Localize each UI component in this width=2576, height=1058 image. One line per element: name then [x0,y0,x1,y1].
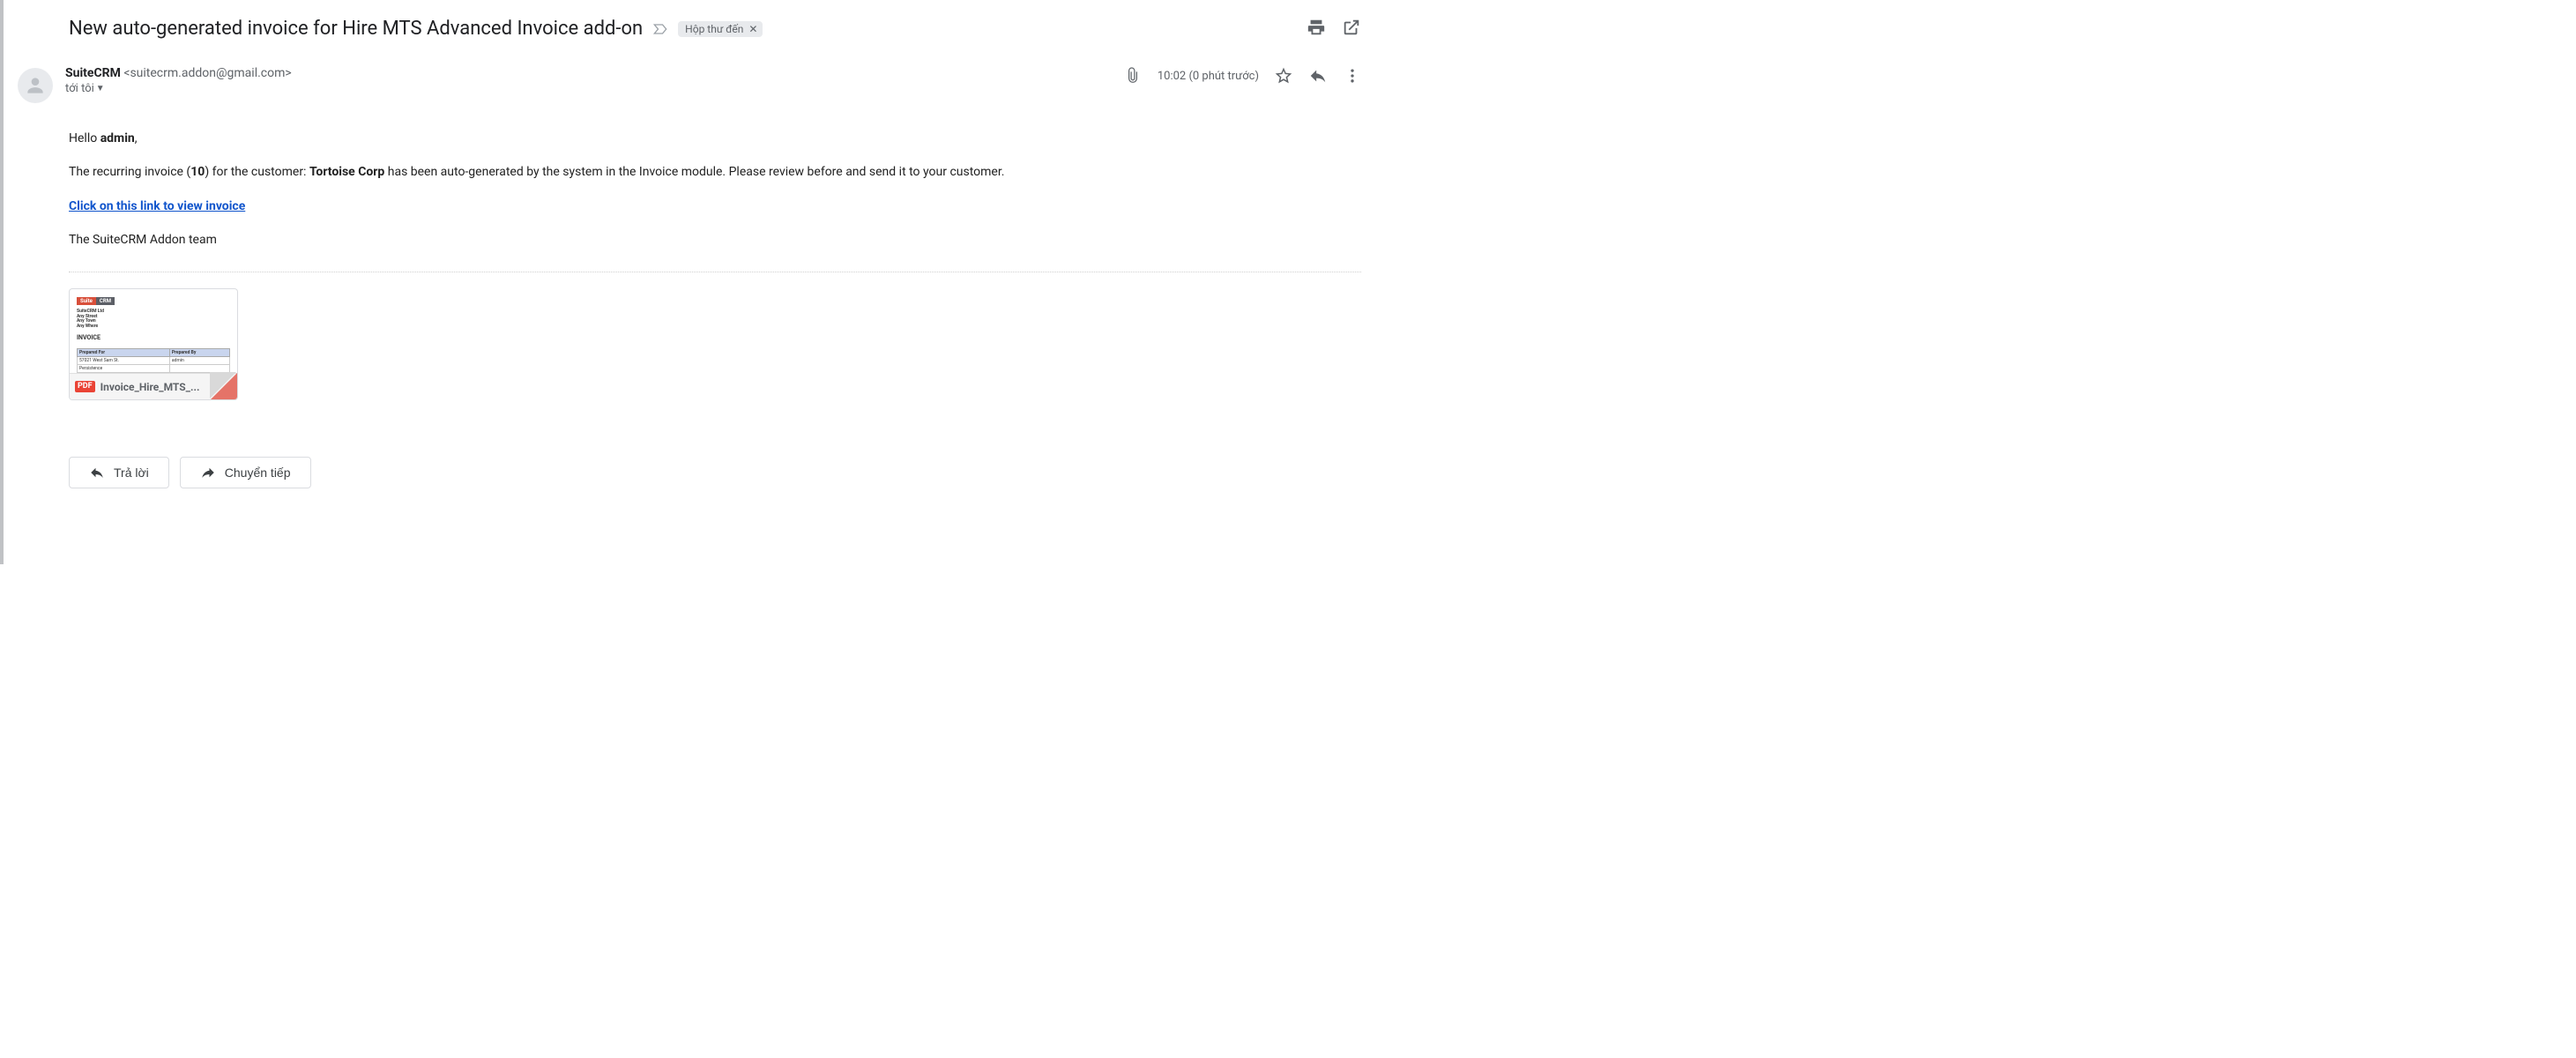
subject-row: New auto-generated invoice for Hire MTS … [69,18,1361,40]
sender-name: SuiteCRM [65,66,121,80]
signature: The SuiteCRM Addon team [69,231,1361,249]
more-icon[interactable] [1344,67,1361,85]
email-view: New auto-generated invoice for Hire MTS … [0,0,1375,506]
brand-chip: Suite CRM [77,296,115,306]
action-buttons: Trả lời Chuyển tiếp [69,457,1361,488]
l2a: The recurring invoice ( [69,165,190,179]
l2b: ) for the customer: [205,165,309,179]
greeting-name: admin [101,131,135,145]
reply-button-label: Trả lời [114,466,149,480]
to-line[interactable]: tới tôi ▼ [65,82,1112,95]
addr4: Any Where [77,324,230,330]
chip-close-icon[interactable]: ✕ [748,23,757,35]
to-line-text: tới tôi [65,82,94,95]
reply-button[interactable]: Trả lời [69,457,169,488]
label-important-icon[interactable] [651,20,669,38]
inbox-chip-label: Hộp thư đến [685,23,743,35]
sender-row: SuiteCRM <suitecrm.addon@gmail.com> tới … [18,66,1361,103]
email-subject: New auto-generated invoice for Hire MTS … [69,18,643,40]
pdf-badge-icon: PDF [75,381,95,392]
attachment-card[interactable]: Suite CRM SuiteCRM Ltd Any Street Any To… [69,288,238,400]
meta-actions: 10:02 (0 phút trước) [1124,66,1361,86]
brand1: Suite [77,297,96,305]
avatar[interactable] [18,68,53,103]
view-invoice-link[interactable]: Click on this link to view invoice [69,199,245,213]
customer-name: Tortoise Corp [309,165,384,179]
forward-button-label: Chuyển tiếp [225,466,291,480]
greeting-line: Hello admin, [69,130,1361,147]
greeting-prefix: Hello [69,131,101,145]
sender-line: SuiteCRM <suitecrm.addon@gmail.com> [65,66,1112,80]
th2: Prepared By [169,349,229,357]
invoice-number: 10 [190,165,205,179]
td2: admin [169,357,229,365]
preview-table: Prepared ForPrepared By 57021 West Sam S… [77,348,230,373]
star-icon[interactable] [1275,67,1292,85]
open-new-window-icon[interactable] [1342,18,1361,37]
attachment-preview: Suite CRM SuiteCRM Ltd Any Street Any To… [70,289,237,373]
td1: 57021 West Sam St. [78,357,170,365]
timestamp: 10:02 (0 phút trước) [1158,70,1259,83]
greeting-suffix: , [135,131,138,145]
brand2: CRM [96,297,115,305]
email-body: Hello admin, The recurring invoice (10) … [69,130,1361,249]
th1: Prepared For [78,349,170,357]
forward-button[interactable]: Chuyển tiếp [180,457,311,488]
body-line-2: The recurring invoice (10) for the custo… [69,163,1361,181]
sender-email: <suitecrm.addon@gmail.com> [123,66,291,80]
print-icon[interactable] [1307,18,1326,37]
inbox-chip[interactable]: Hộp thư đến ✕ [678,21,763,37]
td3: Persistence [78,365,170,373]
reply-icon[interactable] [1308,66,1328,86]
caret-down-icon: ▼ [96,84,105,93]
attachment-area: Suite CRM SuiteCRM Ltd Any Street Any To… [69,288,1361,400]
invoice-title: INVOICE [77,334,230,341]
page-fold-icon [211,373,237,399]
attachment-icon[interactable] [1124,67,1142,85]
l2c: has been auto-generated by the system in… [384,165,1004,179]
sender-info: SuiteCRM <suitecrm.addon@gmail.com> tới … [65,66,1112,95]
header-actions [1307,18,1361,37]
